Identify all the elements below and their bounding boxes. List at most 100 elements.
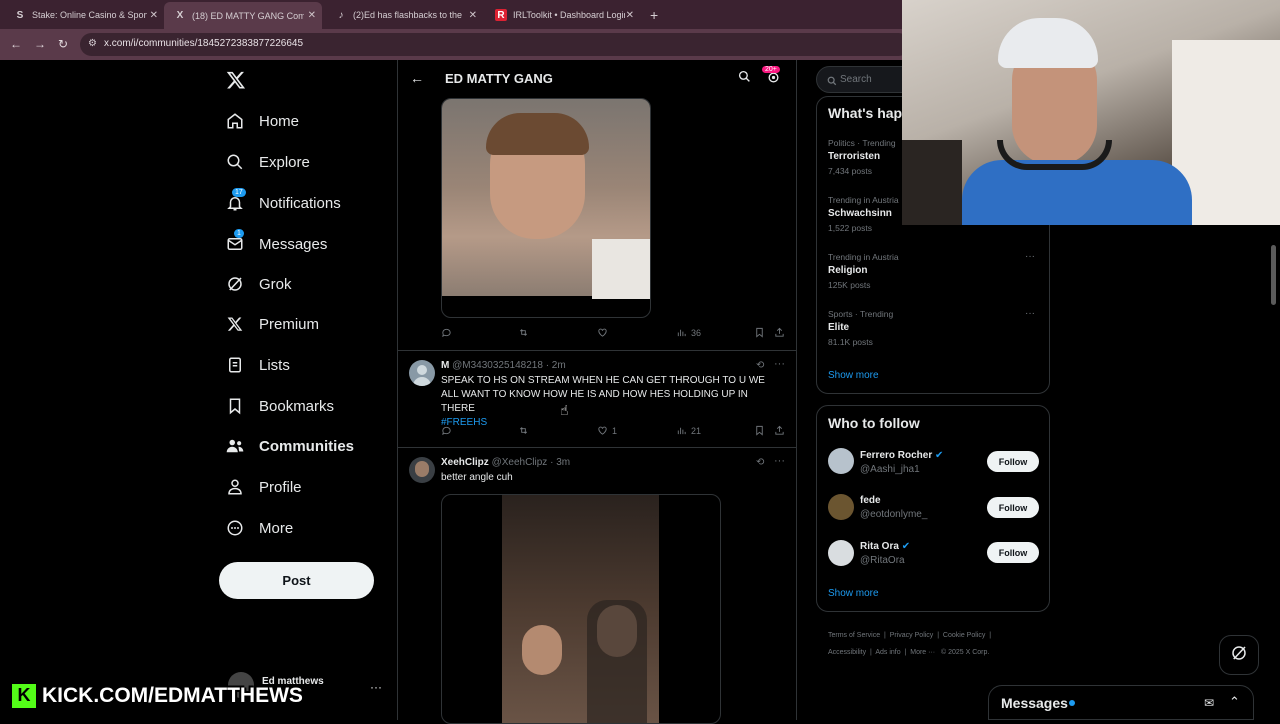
bookmark-button[interactable] (754, 327, 769, 338)
display-name[interactable]: XeehClipz (441, 457, 489, 468)
retweet-button[interactable] (518, 327, 533, 338)
new-message-icon[interactable]: ✉ (1204, 696, 1214, 710)
timestamp[interactable]: · 3m (550, 457, 570, 468)
footer-link[interactable]: Terms of Service (828, 632, 880, 639)
tab-x-community[interactable]: X (18) ED MATTY GANG Communi ✕ (164, 2, 322, 29)
notification-count-badge: 17 (232, 188, 246, 197)
bookmark-button[interactable] (754, 425, 769, 436)
mouse-cursor-icon: ☝ (560, 402, 569, 418)
settings-icon[interactable] (767, 71, 780, 89)
more-options-icon[interactable]: ··· (774, 358, 785, 370)
close-tab-icon[interactable]: ✕ (308, 10, 316, 21)
address-bar[interactable]: ⚙ x.com/i/communities/184527238387722664… (80, 33, 910, 56)
trend-item[interactable]: Trending in Austria Schwachsinn 1,522 po… (828, 195, 899, 233)
handle[interactable]: @XeehClipz (492, 457, 548, 468)
tweet-media[interactable] (441, 98, 651, 318)
sidebar-item-notifications[interactable]: 17 Notifications (226, 188, 341, 217)
close-tab-icon[interactable]: ✕ (626, 10, 634, 21)
retweet-button[interactable] (518, 425, 533, 436)
tab-stake[interactable]: S Stake: Online Casino & Sports B ✕ (4, 4, 164, 26)
trend-item[interactable]: Politics · Trending Terroristen 7,434 po… (828, 138, 896, 176)
follow-button[interactable]: Follow (987, 542, 1039, 563)
tweet-media[interactable] (441, 494, 721, 724)
cap-shape (998, 18, 1098, 68)
suggestion-name: Ferrero Rocher (860, 450, 933, 461)
avatar[interactable] (828, 448, 854, 474)
suggestion-name: fede (860, 495, 881, 506)
footer-link[interactable]: Accessibility (828, 649, 866, 656)
account-menu-icon[interactable]: ··· (370, 680, 382, 694)
tab-tiktok[interactable]: ♪ (2)Ed has flashbacks to the pac ✕ (325, 4, 483, 26)
search-icon[interactable] (738, 70, 751, 88)
new-tab-button[interactable]: + (640, 4, 664, 26)
messages-drawer[interactable]: Messages ✉ ⌃ (988, 685, 1254, 720)
tweet-body: SPEAK TO HS ON STREAM WHEN HE CAN GET TH… (441, 375, 765, 414)
community-title: ED MATTY GANG (445, 71, 553, 86)
suggestion-name: Rita Ora (860, 541, 899, 552)
grok-icon[interactable]: ⟲ (756, 360, 764, 371)
sidebar-item-more[interactable]: More (226, 514, 293, 542)
site-info-icon[interactable]: ⚙ (88, 38, 97, 49)
sidebar-item-communities[interactable]: Communities (226, 432, 354, 460)
forward-arrow-icon[interactable]: → (34, 37, 46, 51)
reload-icon[interactable]: ↻ (58, 37, 68, 51)
handle[interactable]: @M3430325148218 (452, 360, 543, 371)
follow-suggestion[interactable]: Ferrero Rocher ✔ @Aashi_jha1 (860, 450, 943, 475)
display-name[interactable]: M (441, 360, 449, 371)
sidebar-item-home[interactable]: Home (226, 107, 299, 135)
bookmark-icon (226, 397, 244, 415)
sidebar-item-label: Lists (259, 356, 290, 374)
expand-chevron-icon[interactable]: ⌃ (1229, 694, 1240, 710)
reply-button[interactable] (441, 327, 456, 338)
show-more-link[interactable]: Show more (828, 588, 879, 599)
sidebar-item-profile[interactable]: Profile (226, 473, 302, 501)
grok-floating-button[interactable] (1219, 635, 1259, 675)
x-logo-icon[interactable] (226, 70, 246, 95)
sidebar-item-label: Notifications (259, 194, 341, 212)
footer-link[interactable]: Privacy Policy (890, 632, 934, 639)
share-button[interactable] (774, 327, 789, 338)
sidebar-item-messages[interactable]: 1 Messages (226, 229, 327, 258)
sidebar-item-premium[interactable]: Premium (226, 310, 319, 338)
views-button[interactable]: 21 (676, 425, 701, 436)
sidebar-item-explore[interactable]: Explore (226, 148, 310, 176)
close-tab-icon[interactable]: ✕ (469, 10, 477, 21)
like-button[interactable] (597, 327, 612, 338)
trend-item[interactable]: Trending in Austria Religion 125K posts (828, 252, 899, 290)
footer-link[interactable]: More ··· (910, 649, 935, 656)
follow-suggestion[interactable]: Rita Ora ✔ @RitaOra (860, 541, 910, 566)
more-options-icon[interactable]: ··· (1025, 251, 1035, 262)
sidebar-item-grok[interactable]: Grok (226, 270, 292, 298)
tab-irltoolkit[interactable]: R IRLToolkit • Dashboard Login ✕ (485, 4, 640, 26)
share-button[interactable] (774, 425, 789, 436)
avatar[interactable] (828, 540, 854, 566)
trend-item[interactable]: Sports · Trending Elite 81.1K posts (828, 309, 893, 347)
page-scrollbar[interactable] (1271, 245, 1276, 305)
show-more-link[interactable]: Show more (828, 370, 879, 381)
back-arrow-icon[interactable]: ← (410, 70, 424, 86)
avatar[interactable] (409, 457, 435, 483)
timestamp[interactable]: · 2m (546, 360, 566, 371)
footer-link[interactable]: Cookie Policy (943, 632, 985, 639)
avatar[interactable] (409, 360, 435, 386)
close-tab-icon[interactable]: ✕ (150, 10, 158, 21)
follow-button[interactable]: Follow (987, 451, 1039, 472)
follow-suggestion[interactable]: fede @eotdonlyme_ (860, 495, 927, 520)
views-count: 21 (691, 425, 702, 436)
divider (398, 447, 796, 448)
trend-posts: 81.1K posts (828, 337, 873, 347)
reply-button[interactable] (441, 425, 456, 436)
follow-button[interactable]: Follow (987, 497, 1039, 518)
more-options-icon[interactable]: ··· (774, 455, 785, 467)
video-thumbnail (442, 99, 650, 299)
avatar[interactable] (828, 494, 854, 520)
sidebar-item-bookmarks[interactable]: Bookmarks (226, 392, 334, 420)
more-options-icon[interactable]: ··· (1025, 308, 1035, 319)
views-button[interactable]: 36 (676, 327, 701, 338)
footer-link[interactable]: Ads info (875, 649, 900, 656)
post-button[interactable]: Post (219, 562, 374, 599)
back-arrow-icon[interactable]: ← (10, 37, 22, 51)
like-button[interactable]: 1 (597, 425, 617, 436)
sidebar-item-lists[interactable]: Lists (226, 351, 290, 379)
grok-icon[interactable]: ⟲ (756, 457, 764, 468)
